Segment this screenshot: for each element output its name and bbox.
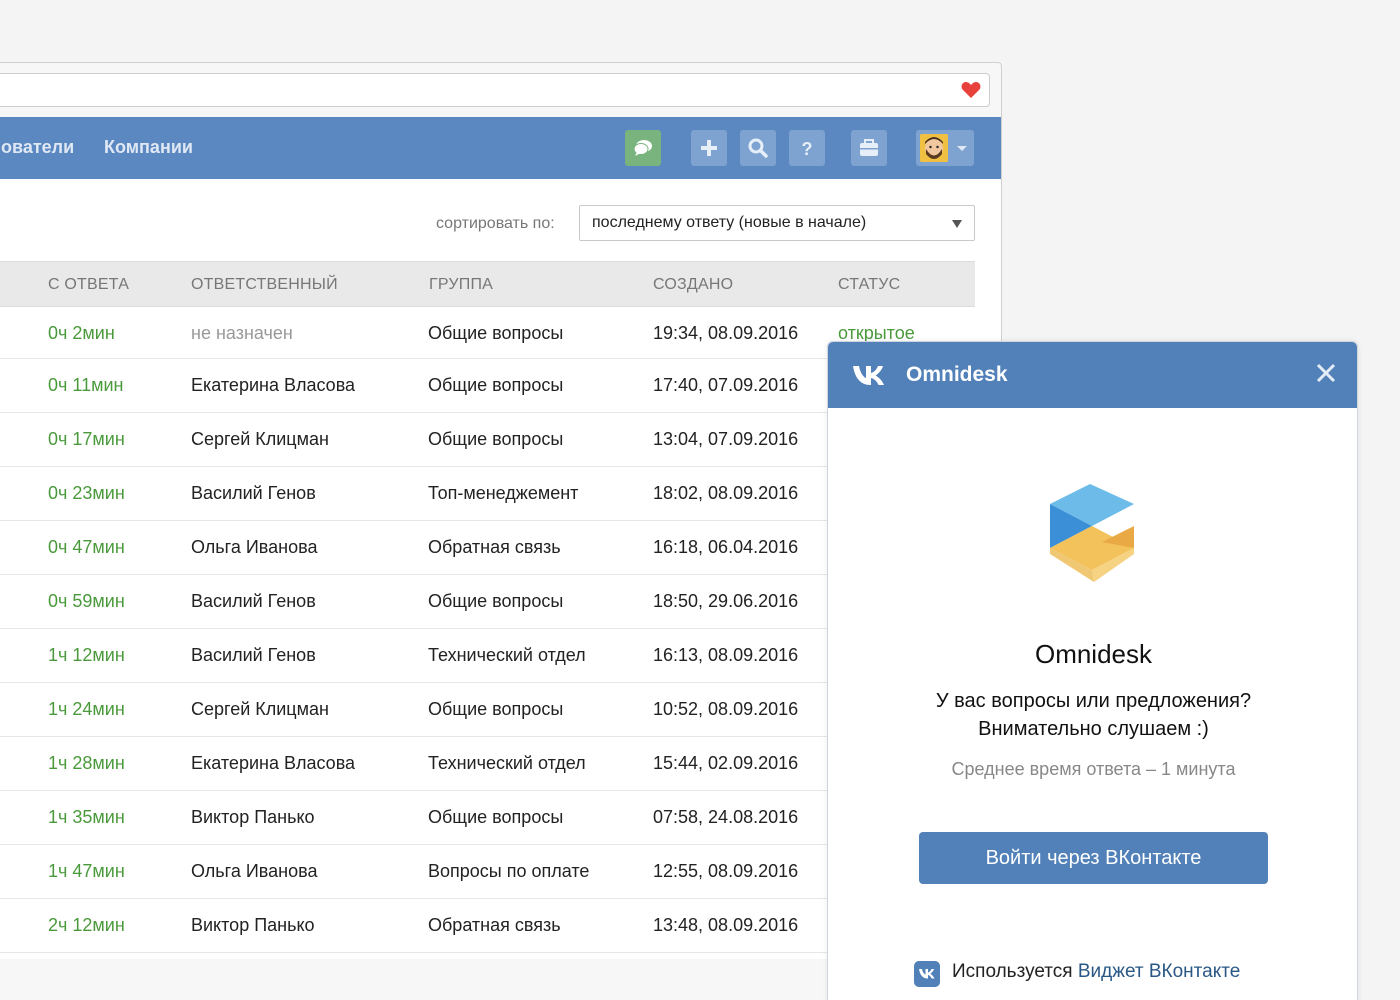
question-icon: ? [802, 139, 813, 158]
cell-assignee: Василий Генов [191, 645, 316, 665]
widget-footer-text: Используется Виджет ВКонтакте [952, 961, 1240, 983]
briefcase-icon [860, 139, 878, 156]
cell-assignee: Екатерина Власова [191, 753, 356, 773]
nav-link-users[interactable]: ователи [1, 137, 74, 158]
search-button[interactable] [740, 130, 776, 166]
vk-widget-link[interactable]: Виджет ВКонтакте [1078, 961, 1240, 982]
widget-title: Omnidesk [906, 363, 1008, 386]
cell-group: Общие вопросы [428, 323, 564, 343]
add-button[interactable] [691, 130, 727, 166]
cell-assignee: Сергей Клицман [191, 699, 329, 719]
cell-created: 16:13, 08.09.2016 [653, 645, 799, 665]
cell-created: 13:48, 08.09.2016 [653, 915, 799, 935]
vk-small-icon [914, 961, 940, 987]
cell-created: 19:34, 08.09.2016 [653, 323, 799, 343]
cell-since: 0ч 59мин [48, 591, 125, 611]
cell-assignee: Екатерина Власова [191, 375, 356, 395]
search-icon [748, 138, 768, 158]
close-icon[interactable] [1315, 362, 1337, 384]
vk-widget: Omnidesk Omnidesk У вас вопросы или пред… [827, 341, 1358, 1000]
cell-created: 13:04, 07.09.2016 [653, 429, 799, 449]
chat-icon [633, 140, 652, 156]
cell-group: Обратная связь [428, 537, 561, 557]
plus-icon [701, 140, 717, 156]
help-button[interactable]: ? [789, 130, 825, 166]
vk-logo-icon [853, 366, 884, 385]
footer-prefix: Используется [952, 961, 1073, 982]
widget-header: Omnidesk [828, 342, 1357, 408]
cell-group: Общие вопросы [428, 429, 564, 449]
cell-created: 18:02, 08.09.2016 [653, 483, 799, 503]
widget-message: У вас вопросы или предложения? Вниматель… [828, 687, 1357, 743]
cell-group: Общие вопросы [428, 699, 564, 719]
cell-created: 07:58, 24.08.2016 [653, 807, 799, 827]
sort-label: сортировать по: [436, 215, 555, 232]
cell-since: 0ч 17мин [48, 429, 125, 449]
cell-since: 1ч 12мин [48, 645, 125, 665]
cell-group: Технический отдел [428, 753, 586, 773]
cell-created: 12:55, 08.09.2016 [653, 861, 799, 881]
heart-icon[interactable] [961, 81, 981, 99]
dropdown-arrow-icon [952, 220, 962, 228]
omnidesk-logo-icon [1050, 484, 1134, 582]
cell-assignee: Василий Генов [191, 483, 316, 503]
cell-assignee: Василий Генов [191, 591, 316, 611]
address-bar[interactable] [0, 73, 990, 107]
column-header-assignee[interactable]: ОТВЕТСТВЕННЫЙ [191, 276, 338, 294]
cell-created: 15:44, 02.09.2016 [653, 753, 799, 773]
vk-login-button[interactable]: Войти через ВКонтакте [919, 832, 1268, 884]
cell-group: Топ-менеджемент [428, 483, 579, 503]
chevron-down-icon [957, 146, 967, 151]
cell-assignee: Ольга Иванова [191, 861, 318, 881]
cell-since: 0ч 11мин [48, 375, 124, 395]
chat-button[interactable] [625, 130, 661, 166]
cell-assignee: не назначен [191, 323, 293, 343]
cell-assignee: Виктор Панько [191, 915, 315, 935]
user-menu[interactable] [916, 130, 974, 166]
column-header-group[interactable]: ГРУППА [429, 276, 493, 294]
cell-since: 0ч 47мин [48, 537, 125, 557]
cell-since: 1ч 35мин [48, 807, 125, 827]
cell-group: Вопросы по оплате [428, 861, 590, 881]
widget-message-line2: Внимательно слушаем :) [978, 718, 1209, 740]
widget-app-name: Omnidesk [1034, 639, 1153, 669]
cell-since: 0ч 2мин [48, 323, 115, 343]
avatar [920, 134, 948, 162]
cell-created: 10:52, 08.09.2016 [653, 699, 799, 719]
table-header: С ОТВЕТА ОТВЕТСТВЕННЫЙ ГРУППА СОЗДАНО СТ… [0, 261, 975, 307]
nav-link-companies[interactable]: Компании [104, 137, 193, 158]
cell-created: 18:50, 29.06.2016 [653, 591, 799, 611]
sort-select-value: последнему ответу (новые в начале) [592, 214, 867, 231]
user-face-icon [920, 134, 948, 162]
cell-group: Общие вопросы [428, 807, 564, 827]
cell-assignee: Сергей Клицман [191, 429, 329, 449]
cell-group: Общие вопросы [428, 591, 564, 611]
cell-group: Технический отдел [428, 645, 586, 665]
cell-assignee: Виктор Панько [191, 807, 315, 827]
top-navbar: ователи Компании ? [0, 117, 1001, 179]
column-header-since[interactable]: С ОТВЕТА [48, 276, 129, 294]
column-header-status[interactable]: СТАТУС [838, 276, 900, 294]
column-header-created[interactable]: СОЗДАНО [653, 276, 733, 294]
cell-group: Общие вопросы [428, 375, 564, 395]
cell-assignee: Ольга Иванова [191, 537, 318, 557]
cell-since: 1ч 28мин [48, 753, 125, 773]
sort-select[interactable]: последнему ответу (новые в начале) [579, 205, 975, 241]
widget-response-time: Среднее время ответа – 1 минута [951, 759, 1236, 779]
cell-created: 17:40, 07.09.2016 [653, 375, 799, 395]
widget-message-line1: У вас вопросы или предложения? [935, 690, 1252, 712]
cell-created: 16:18, 06.04.2016 [653, 537, 799, 557]
cell-group: Обратная связь [428, 915, 561, 935]
svg-text:?: ? [802, 139, 813, 158]
cell-since: 2ч 12мин [48, 915, 125, 935]
cell-since: 0ч 23мин [48, 483, 125, 503]
cell-since: 1ч 24мин [48, 699, 125, 719]
briefcase-button[interactable] [851, 130, 887, 166]
cell-since: 1ч 47мин [48, 861, 125, 881]
